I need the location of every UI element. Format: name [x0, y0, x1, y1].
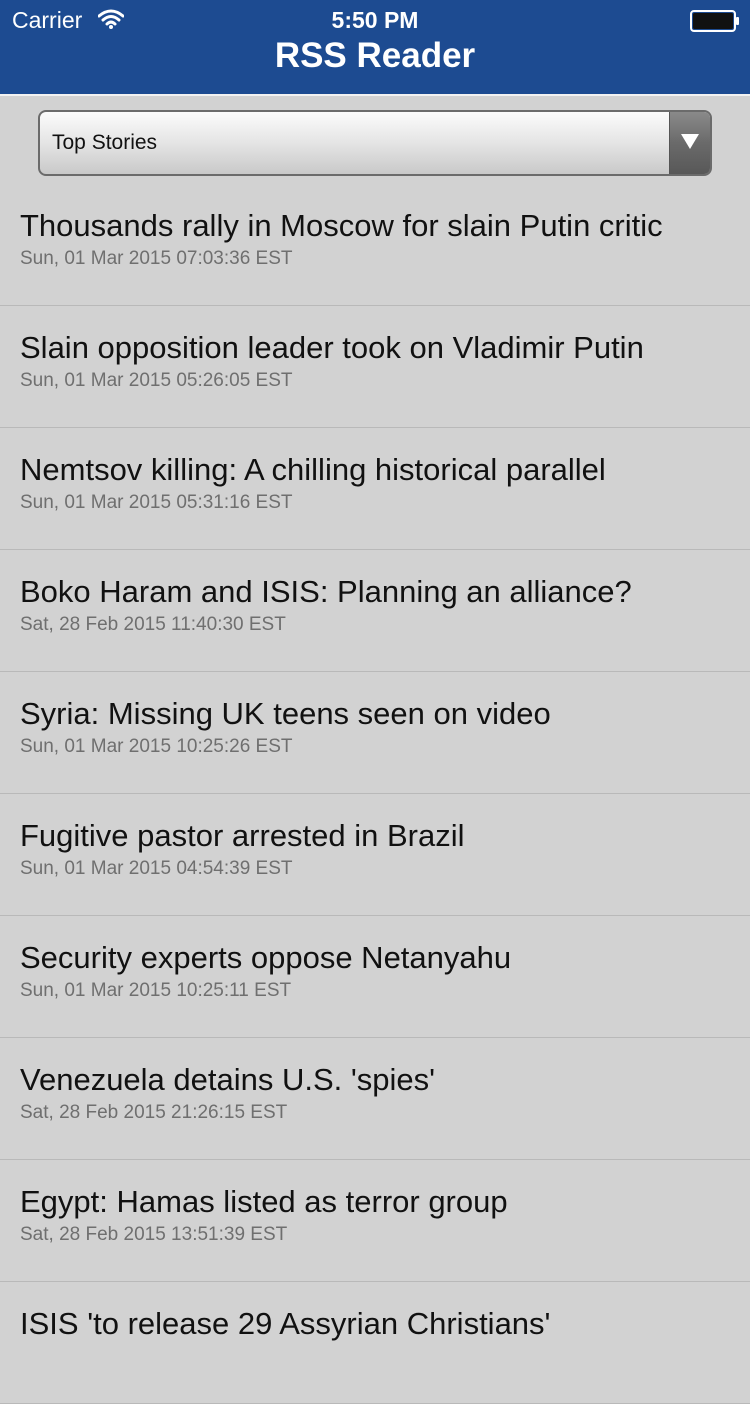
story-title: Venezuela detains U.S. 'spies': [20, 1062, 436, 1097]
story-item[interactable]: ISIS 'to release 29 Assyrian Christians': [0, 1282, 750, 1404]
story-title: Security experts oppose Netanyahu: [20, 940, 512, 975]
dropdown-toggle-button[interactable]: [669, 112, 710, 174]
story-title: Nemtsov killing: A chilling historical p…: [20, 452, 606, 487]
story-title: Egypt: Hamas listed as terror group: [20, 1184, 508, 1219]
story-item[interactable]: Nemtsov killing: A chilling historical p…: [0, 428, 750, 550]
story-title: Boko Haram and ISIS: Planning an allianc…: [20, 574, 632, 609]
story-title: ISIS 'to release 29 Assyrian Christians': [20, 1306, 551, 1341]
story-title: Slain opposition leader took on Vladimir…: [20, 330, 644, 365]
feed-selector-dropdown[interactable]: Top Stories: [38, 110, 712, 176]
story-date: Sat, 28 Feb 2015 13:51:39 EST: [20, 1224, 288, 1245]
status-time: 5:50 PM: [331, 7, 419, 33]
feed-selector-value: Top Stories: [52, 131, 158, 154]
story-item[interactable]: Security experts oppose Netanyahu Sun, 0…: [0, 916, 750, 1038]
story-date: Sun, 01 Mar 2015 10:25:26 EST: [20, 736, 293, 757]
nav-divider: [0, 94, 750, 96]
story-date: Sun, 01 Mar 2015 10:25:11 EST: [20, 980, 292, 1001]
story-date: Sun, 01 Mar 2015 04:54:39 EST: [20, 858, 293, 879]
story-title: Fugitive pastor arrested in Brazil: [20, 818, 465, 853]
story-item[interactable]: Slain opposition leader took on Vladimir…: [0, 306, 750, 428]
story-date: Sun, 01 Mar 2015 05:31:16 EST: [20, 492, 293, 513]
page-title: RSS Reader: [274, 36, 476, 75]
story-title: Thousands rally in Moscow for slain Puti…: [20, 208, 663, 243]
story-item[interactable]: Syria: Missing UK teens seen on video Su…: [0, 672, 750, 794]
chevron-down-icon: [681, 134, 699, 149]
story-item[interactable]: Boko Haram and ISIS: Planning an allianc…: [0, 550, 750, 672]
battery-icon: [690, 10, 739, 32]
story-item[interactable]: Thousands rally in Moscow for slain Puti…: [0, 184, 750, 306]
story-item[interactable]: Venezuela detains U.S. 'spies' Sat, 28 F…: [0, 1038, 750, 1160]
story-item[interactable]: Egypt: Hamas listed as terror group Sat,…: [0, 1160, 750, 1282]
story-item[interactable]: Fugitive pastor arrested in Brazil Sun, …: [0, 794, 750, 916]
story-date: Sat, 28 Feb 2015 21:26:15 EST: [20, 1102, 288, 1123]
story-date: Sat, 28 Feb 2015 11:40:30 EST: [20, 614, 286, 635]
navigation-bar: Carrier 5:50 PM RSS Reader: [0, 0, 750, 94]
story-date: Sun, 01 Mar 2015 05:26:05 EST: [20, 370, 293, 391]
story-list: Thousands rally in Moscow for slain Puti…: [0, 184, 750, 1404]
story-title: Syria: Missing UK teens seen on video: [20, 696, 551, 731]
story-date: Sun, 01 Mar 2015 07:03:36 EST: [20, 248, 293, 269]
